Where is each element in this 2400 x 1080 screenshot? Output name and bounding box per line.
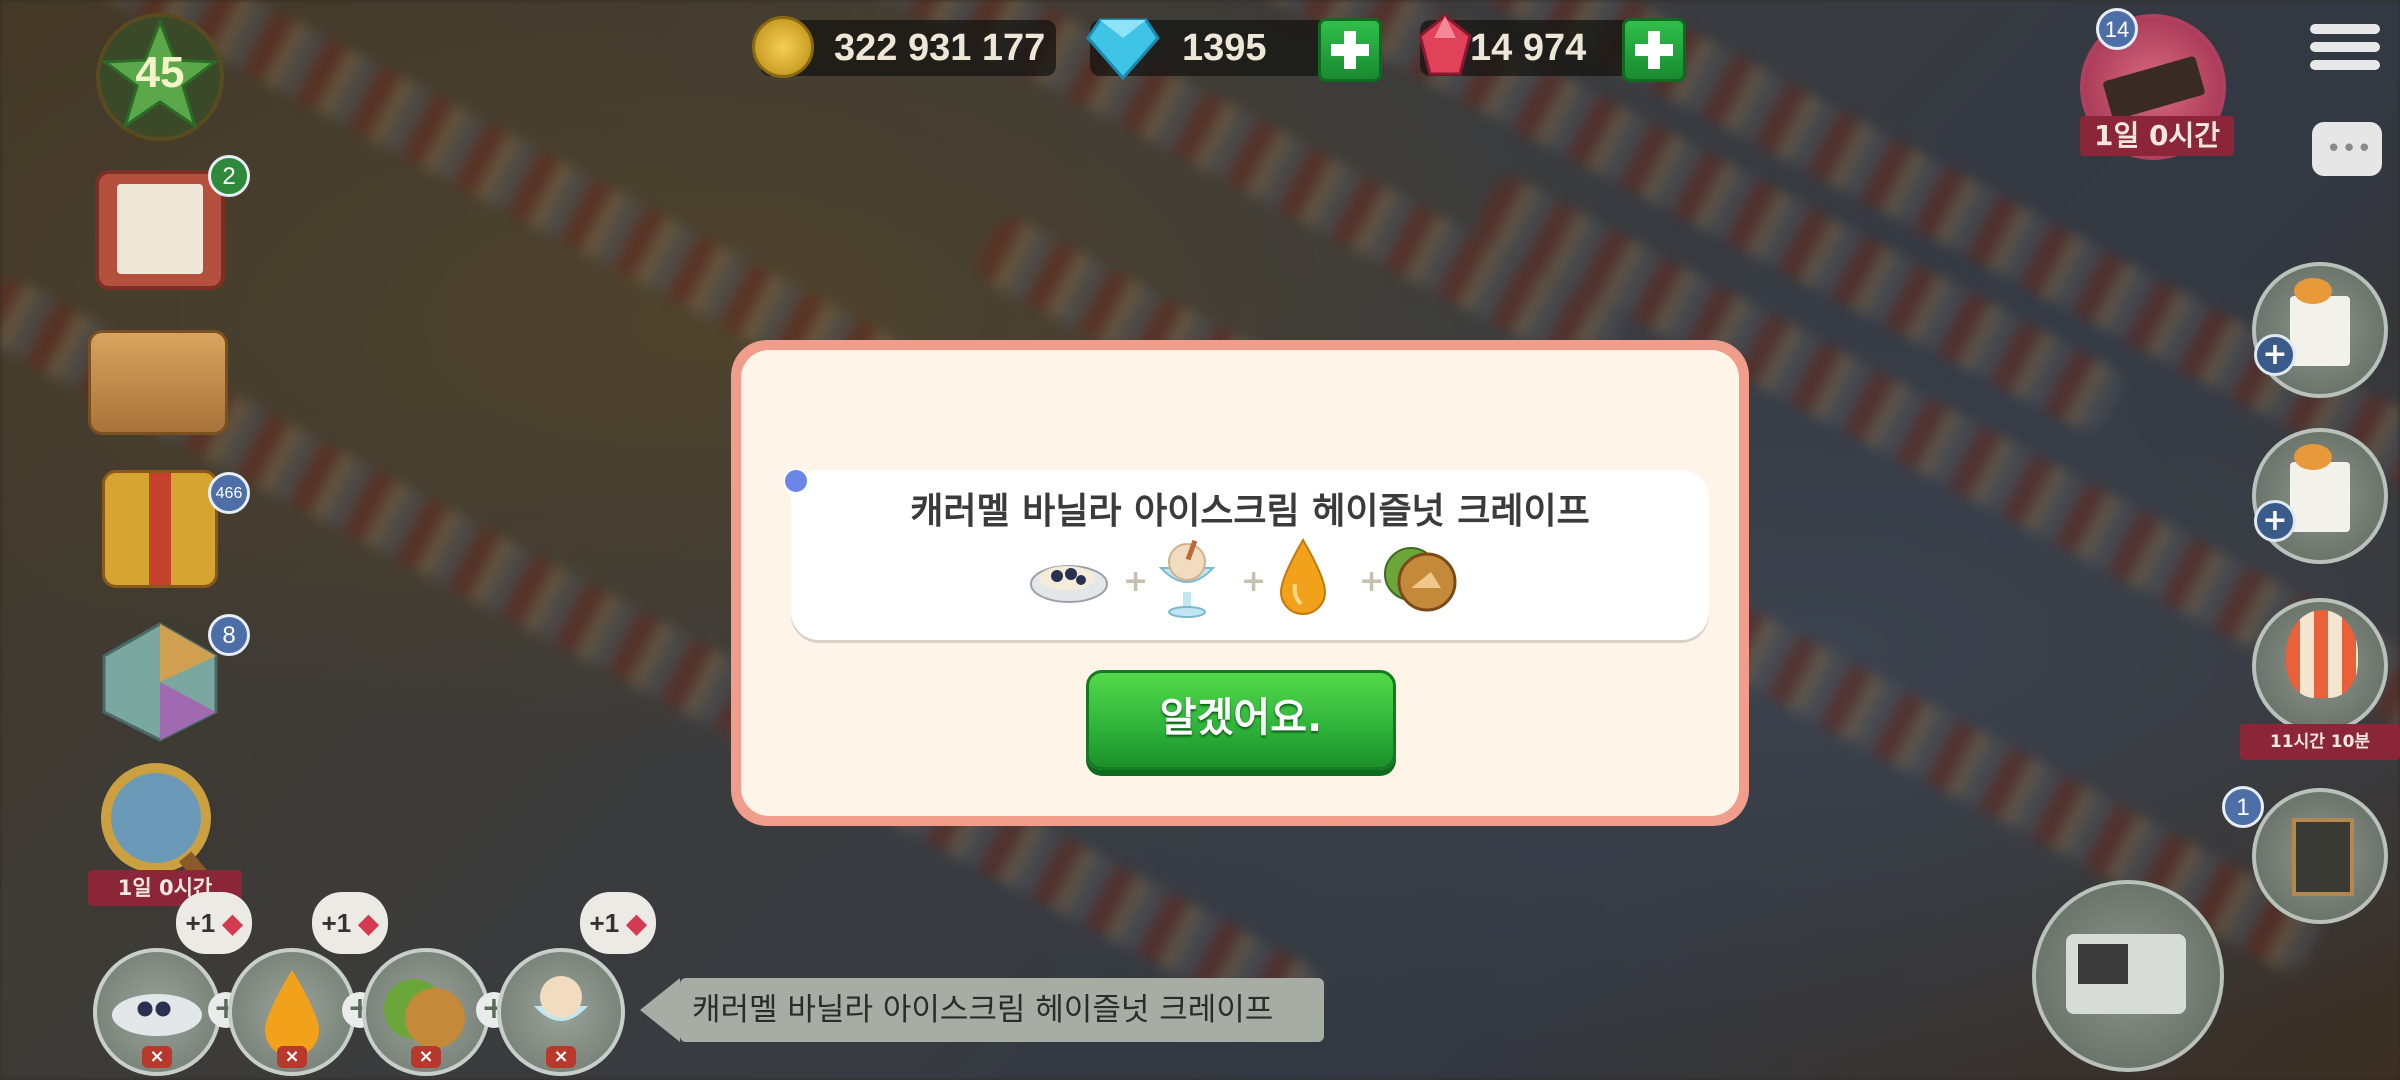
- bonus-bubble: +1 ◆: [312, 892, 388, 954]
- diamond-counter: 1395: [1086, 18, 1340, 81]
- recipe-name-tooltip: 캐러멜 바닐라 아이스크림 헤이즐넛 크레이프: [640, 978, 1324, 1042]
- diamond-value: 1395: [1182, 27, 1267, 69]
- remove-slot-button[interactable]: ×: [142, 1046, 172, 1068]
- ruby-counter: 14 974: [1418, 14, 1646, 76]
- gifts-badge: 466: [208, 472, 250, 514]
- task-clipboard-icon[interactable]: [95, 170, 225, 290]
- add-rubies-button[interactable]: [1622, 18, 1686, 82]
- present-icon[interactable]: [102, 470, 218, 588]
- ok-button[interactable]: 알겠어요.: [1086, 670, 1396, 770]
- info-dot: [783, 468, 809, 494]
- plus-sign: +: [1123, 564, 1149, 599]
- gems-badge: 8: [208, 614, 250, 656]
- ruby-icon: [1418, 14, 1472, 76]
- order-board-coins-icon[interactable]: [2252, 428, 2388, 564]
- crepe-icon: [1030, 565, 1108, 603]
- board-count-badge: 1: [2222, 786, 2264, 828]
- caramel-drop-icon: [1279, 538, 1327, 615]
- event-count-badge: 14: [2096, 8, 2138, 50]
- coin-value: 322 931 177: [834, 27, 1046, 69]
- ruby-icon: ◆: [222, 908, 243, 938]
- chat-icon[interactable]: •••: [2312, 122, 2382, 176]
- bonus-label: +1: [589, 908, 620, 938]
- coin-icon: [752, 16, 814, 78]
- recipe-card: 캐러멜 바닐라 아이스크림 헤이즐넛 크레이프 + + +: [791, 470, 1709, 640]
- cash-register-icon[interactable]: [2032, 880, 2224, 1072]
- hazelnut-icon: [1384, 547, 1457, 612]
- coin-counter: 322 931 177: [752, 16, 1056, 78]
- dialog-body: 캐러멜 바닐라 아이스크림 헤이즐넛 크레이프 + + + 알겠어요.: [741, 350, 1739, 816]
- ruby-icon: ◆: [626, 908, 647, 938]
- ruby-icon: ◆: [358, 908, 379, 938]
- order-board-coins-icon[interactable]: [2252, 262, 2388, 398]
- recipe-dialog: 캐러멜 바닐라 아이스크림 헤이즐넛 크레이프 + + + 알겠어요.: [731, 340, 1749, 826]
- diamond-icon: [1086, 18, 1160, 81]
- ruby-value: 14 974: [1470, 27, 1587, 69]
- menu-icon[interactable]: [2310, 24, 2380, 80]
- remove-slot-button[interactable]: ×: [411, 1046, 441, 1068]
- balloon-timer: 11시간 10분: [2240, 724, 2400, 760]
- recipe-title: 캐러멜 바닐라 아이스크림 헤이즐넛 크레이프: [910, 491, 1590, 532]
- remove-slot-button[interactable]: ×: [277, 1046, 307, 1068]
- hot-air-balloon-icon[interactable]: [2252, 598, 2388, 734]
- cafe-board-icon[interactable]: [2252, 788, 2388, 924]
- gem-bundle-icon[interactable]: [98, 620, 222, 744]
- add-order-button[interactable]: +: [2254, 334, 2296, 376]
- bonus-label: +1: [185, 908, 216, 938]
- bonus-label: +1: [321, 908, 352, 938]
- add-diamonds-button[interactable]: [1318, 18, 1382, 82]
- bonus-bubble: +1 ◆: [176, 892, 252, 954]
- event-timer: 1일 0시간: [2080, 116, 2234, 156]
- remove-slot-button[interactable]: ×: [546, 1046, 576, 1068]
- tasks-badge: 2: [208, 155, 250, 197]
- gift-box-icon[interactable]: [88, 330, 228, 435]
- ice-cream-icon: [1158, 539, 1216, 618]
- level-number: 45: [135, 48, 185, 97]
- add-order-button[interactable]: +: [2254, 500, 2296, 542]
- bonus-bubble: +1 ◆: [580, 892, 656, 954]
